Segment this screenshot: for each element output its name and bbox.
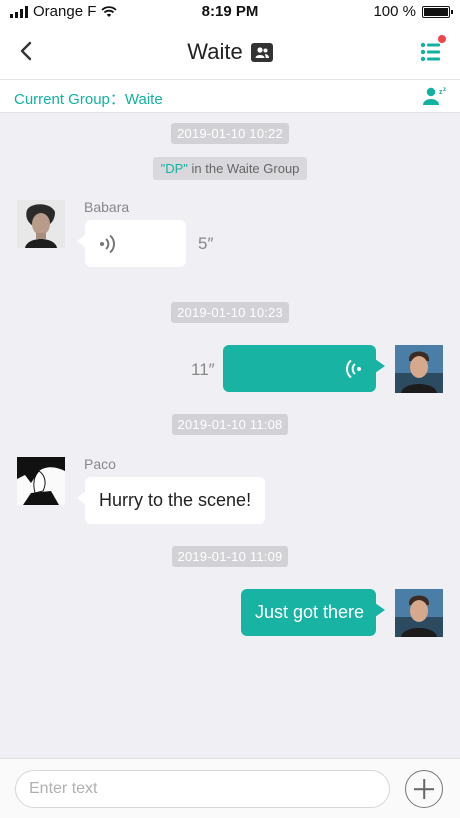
nav-bar: Waite (0, 22, 460, 80)
sender-name: Babara (84, 199, 130, 215)
avatar-self[interactable] (395, 345, 443, 393)
group-status-button[interactable]: z z (422, 85, 448, 107)
avatar-self[interactable] (395, 589, 443, 637)
voice-message-bubble[interactable] (223, 345, 385, 392)
current-group-label: Current Group：Waite (14, 91, 163, 108)
status-bar: Orange F 8:19 PM 100 % (0, 0, 460, 22)
user-sleep-icon: z z (423, 87, 446, 105)
svg-text:z: z (443, 87, 446, 93)
menu-button[interactable] (412, 35, 448, 67)
avatar-paco[interactable] (17, 457, 65, 505)
timestamp: 2019-01-10 10:23 (0, 302, 460, 323)
text-message-bubble[interactable]: Hurry to the scene! (77, 477, 265, 524)
text-message-bubble[interactable]: Just got there (241, 589, 385, 636)
sender-name: Paco (84, 456, 116, 472)
timestamp: 2019-01-10 11:09 (0, 546, 460, 567)
timestamp: 2019-01-10 11:08 (0, 414, 460, 435)
page-title-wrap: Waite (0, 39, 460, 65)
group-card-icon (250, 42, 273, 62)
page-title: Waite (187, 39, 243, 64)
voice-wave-icon (345, 359, 361, 379)
notice-highlight: "DP" (160, 161, 188, 176)
current-group-bar: Current Group：Waite z z (0, 80, 460, 113)
battery-percent: 100 % (373, 3, 416, 20)
voice-duration: 11″ (191, 360, 215, 379)
battery-icon (422, 5, 453, 18)
voice-duration: 5″ (198, 234, 214, 253)
input-bar (0, 758, 460, 818)
timestamp: 2019-01-10 10:22 (0, 123, 460, 144)
notice-text: in the Waite Group (187, 161, 300, 176)
notification-dot (438, 35, 446, 43)
group-notice: "DP" in the Waite Group (0, 157, 460, 180)
status-right: 100 % (373, 3, 453, 20)
message-input[interactable] (15, 770, 390, 808)
voice-wave-icon (100, 234, 116, 254)
avatar-babara[interactable] (17, 200, 65, 248)
chat-area[interactable]: 2019-01-10 10:22 "DP" in the Waite Group… (0, 113, 460, 758)
add-attachment-button[interactable] (405, 770, 443, 808)
voice-message-bubble[interactable] (77, 220, 186, 267)
notice-pill: "DP" in the Waite Group (152, 157, 308, 180)
